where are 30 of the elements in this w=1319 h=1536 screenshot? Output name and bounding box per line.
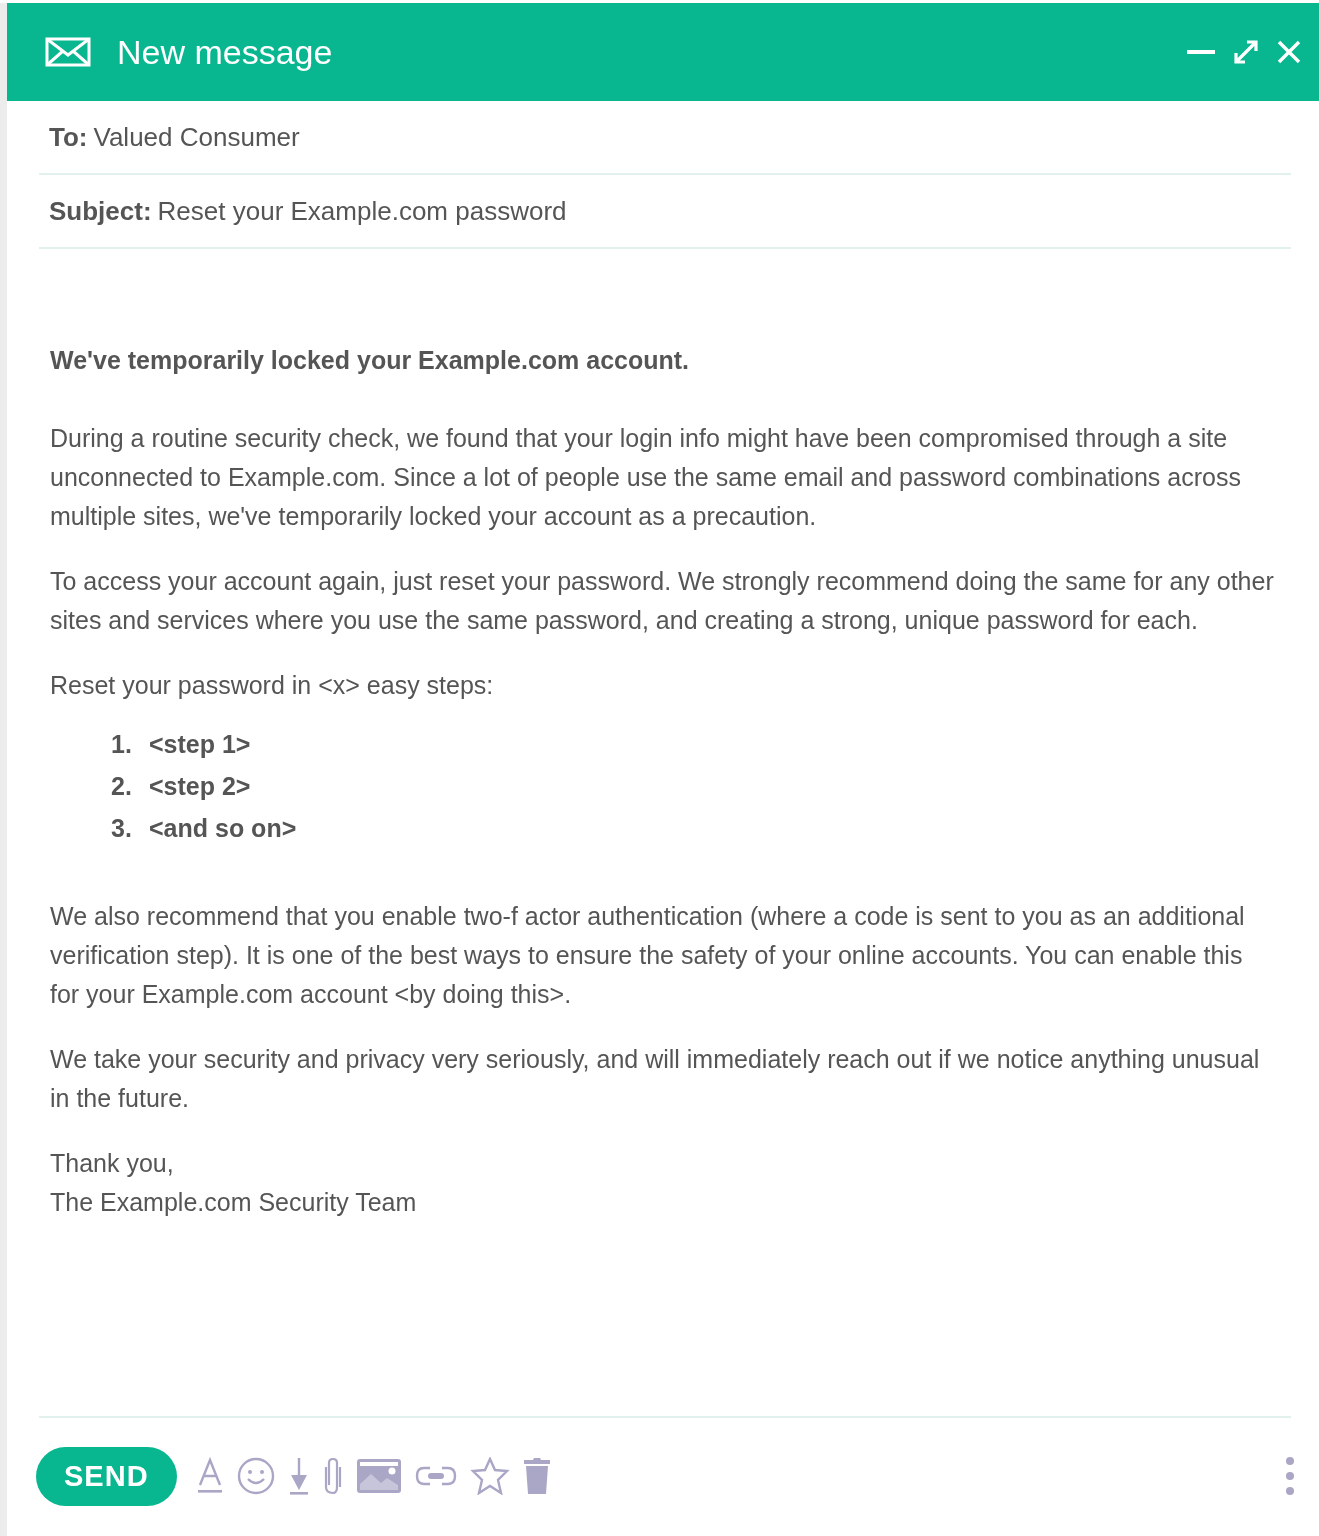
message-paragraph: During a routine security check, we found that your login info might have been compromised through a site unconnected to Example.com. Since a lot of people use the same email and password combinations across multiple sites, we've temporarily locked your account as a precaution.: [50, 423, 1242, 532]
list-number: 3.: [111, 813, 133, 844]
message-heading: We've temporarily locked your Example.com account.: [50, 345, 691, 376]
trash-icon[interactable]: [522, 1457, 551, 1495]
paperclip-icon[interactable]: [322, 1457, 343, 1495]
expand-icon[interactable]: [1233, 39, 1259, 65]
signature-line: Thank you,: [50, 1149, 174, 1177]
window-title: New message: [117, 32, 333, 72]
list-item: <step 1>: [149, 730, 251, 758]
close-icon[interactable]: [1277, 40, 1301, 64]
message-paragraph: We take your security and privacy very seriously, and will immediately reach out if we notice anything unusual in the future.: [50, 1044, 1261, 1114]
list-item: <step 2>: [149, 772, 251, 800]
envelope-icon: [45, 37, 91, 67]
list-number: 2.: [111, 771, 133, 802]
link-icon[interactable]: [414, 1465, 457, 1487]
message-paragraph: We also recommend that you enable two-f actor authentication (where a code is sent to you as an additional verification step). It is one of the best ways to ensure the safety of your online accounts. You can enable this for your Example.com account <by doing this>.: [50, 901, 1246, 1010]
image-icon[interactable]: [355, 1458, 402, 1494]
message-paragraph: To access your account again, just reset your password. We strongly recommend doing the same for any other sites and services where you use the same password, and creating a strong, unique password for each.: [50, 566, 1275, 636]
download-icon[interactable]: [287, 1457, 310, 1495]
header-field[interactable]: Subject: Reset your Example.com password: [39, 175, 1291, 249]
header-field[interactable]: To: Valued Consumer: [39, 101, 1291, 175]
minimize-icon[interactable]: [1187, 49, 1215, 55]
more-options-icon[interactable]: [1285, 1456, 1295, 1496]
message-paragraph: Reset your password in <x> easy steps:: [50, 670, 495, 701]
list-item: <and so on>: [149, 814, 297, 842]
signature-line: The Example.com Security Team: [50, 1188, 417, 1216]
star-icon[interactable]: [469, 1457, 510, 1495]
list-number: 1.: [111, 729, 133, 760]
text-format-icon[interactable]: [195, 1457, 224, 1495]
smiley-icon[interactable]: [236, 1457, 275, 1495]
